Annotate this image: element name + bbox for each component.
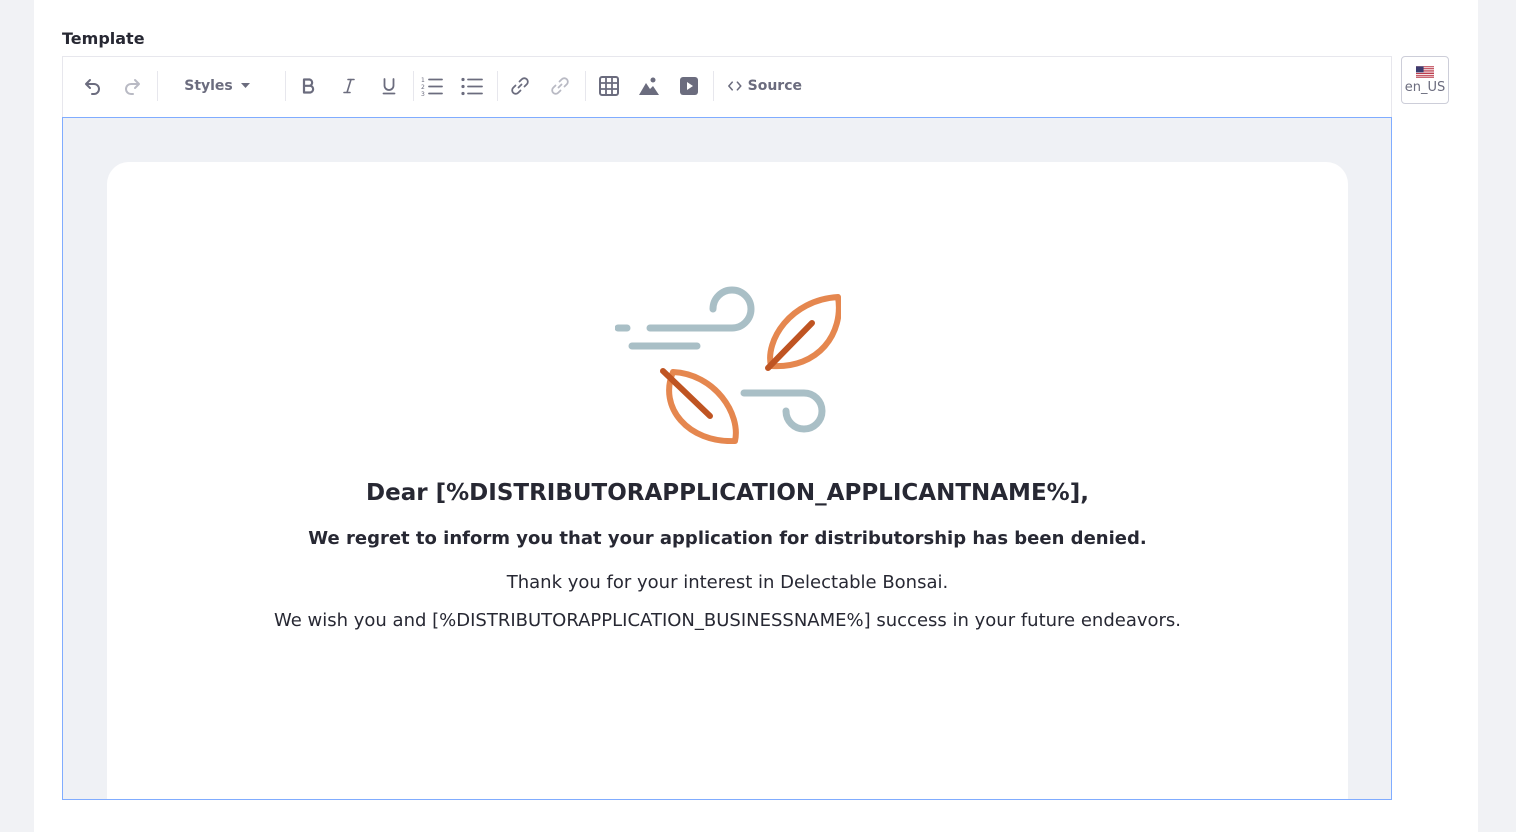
italic-icon	[343, 78, 355, 94]
windy-leaves-illustration	[615, 286, 841, 444]
table-button[interactable]	[596, 71, 622, 101]
redo-icon	[125, 79, 140, 95]
table-icon	[599, 76, 619, 96]
styles-label: Styles	[184, 78, 233, 94]
redo-button[interactable]	[118, 71, 146, 101]
undo-icon	[85, 79, 100, 95]
bulleted-list-icon	[461, 77, 483, 96]
source-label: Source	[747, 78, 802, 94]
bulleted-list-button[interactable]	[459, 71, 485, 101]
editor-toolbar: Styles 1 2 3 Source	[62, 56, 1392, 118]
video-icon	[680, 77, 698, 95]
bold-icon	[302, 78, 315, 94]
undo-button[interactable]	[79, 71, 107, 101]
bold-button[interactable]	[296, 71, 322, 101]
video-button[interactable]	[676, 71, 702, 101]
link-icon	[511, 77, 529, 95]
us-flag-icon	[1416, 65, 1434, 78]
numbered-list-icon: 1 2 3	[421, 77, 443, 96]
thanks-paragraph: Thank you for your interest in Delectabl…	[506, 572, 949, 593]
svg-text:2: 2	[421, 84, 425, 91]
styles-dropdown[interactable]: Styles	[175, 71, 259, 101]
denial-message: We regret to inform you that your applic…	[308, 528, 1147, 549]
image-icon	[639, 77, 659, 95]
image-button[interactable]	[636, 71, 662, 101]
code-icon	[728, 81, 742, 91]
rich-text-editor[interactable]: Dear [%DISTRIBUTORAPPLICATION_APPLICANTN…	[62, 117, 1392, 800]
underline-button[interactable]	[376, 71, 402, 101]
unlink-icon	[551, 77, 569, 95]
email-card: Dear [%DISTRIBUTORAPPLICATION_APPLICANTN…	[107, 162, 1348, 799]
template-label: Template	[62, 29, 145, 48]
language-selector[interactable]: en_US	[1401, 56, 1449, 104]
source-button[interactable]: Source	[728, 71, 802, 101]
greeting-heading: Dear [%DISTRIBUTORAPPLICATION_APPLICANTN…	[366, 480, 1089, 506]
caret-down-icon	[240, 83, 250, 88]
svg-text:1: 1	[421, 77, 425, 84]
wish-paragraph: We wish you and [%DISTRIBUTORAPPLICATION…	[273, 610, 1182, 631]
numbered-list-button[interactable]: 1 2 3	[419, 71, 445, 101]
unlink-button[interactable]	[547, 71, 573, 101]
link-button[interactable]	[507, 71, 533, 101]
underline-icon	[382, 77, 396, 94]
italic-button[interactable]	[336, 71, 362, 101]
svg-text:3: 3	[421, 91, 425, 96]
language-code: en_US	[1404, 79, 1446, 95]
